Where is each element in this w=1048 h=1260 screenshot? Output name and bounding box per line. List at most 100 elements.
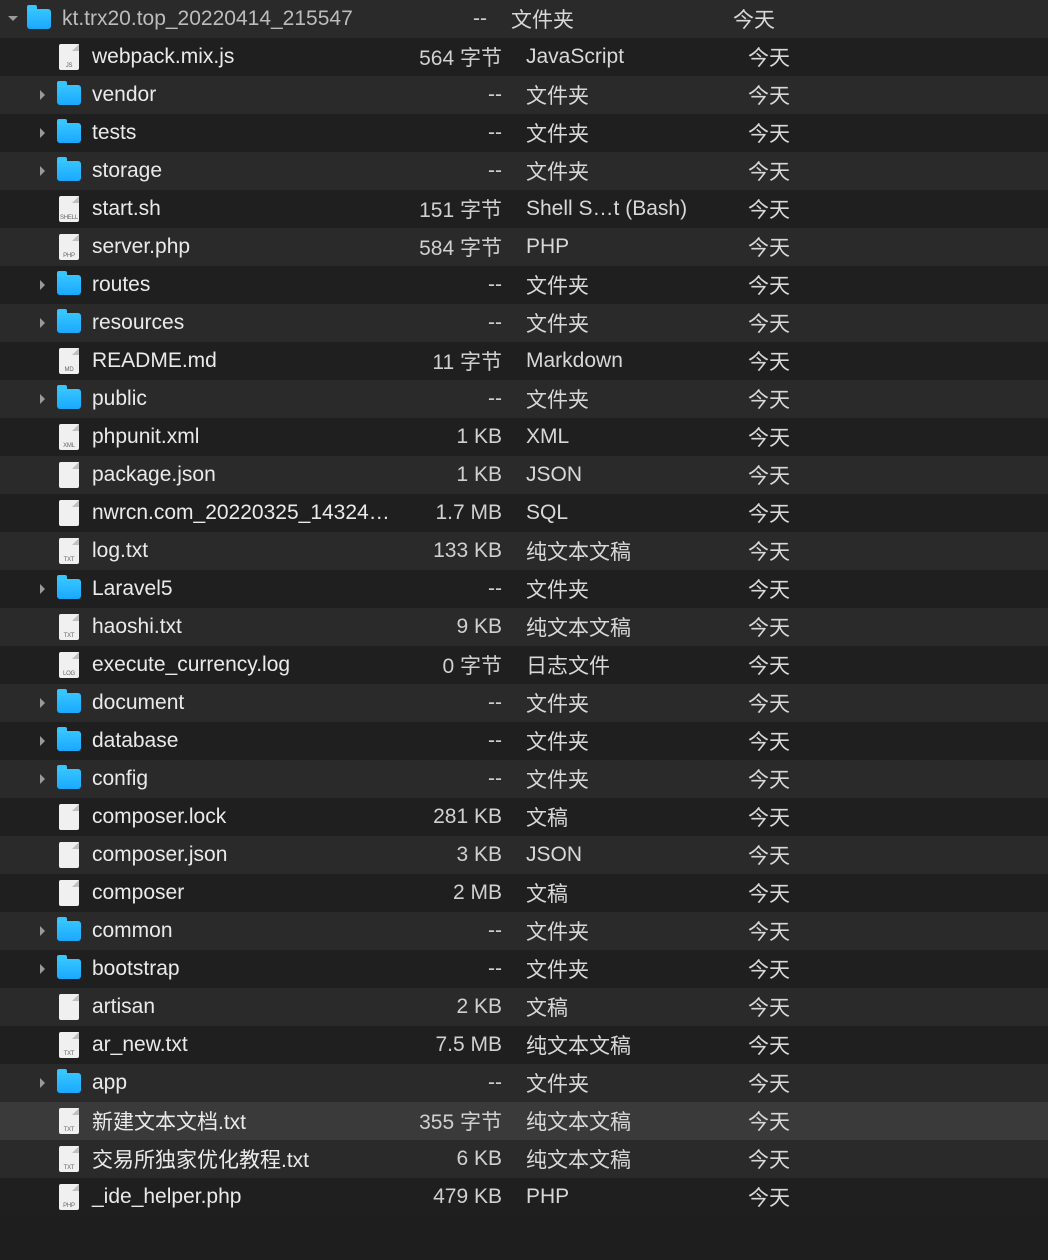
disclosure-triangle[interactable]	[32, 730, 54, 752]
file-row[interactable]: storage--文件夹今天	[0, 152, 1048, 190]
disclosure-triangle[interactable]	[32, 692, 54, 714]
file-kind: 文稿	[512, 992, 742, 1022]
file-row[interactable]: SHELLstart.sh151 字节Shell S…t (Bash)今天	[0, 190, 1048, 228]
file-row[interactable]: TXT新建文本文档.txt355 字节纯文本文稿今天	[0, 1102, 1048, 1140]
disclosure-triangle[interactable]	[2, 8, 24, 30]
file-icon: TXT	[59, 538, 79, 564]
disclosure-triangle[interactable]	[32, 122, 54, 144]
file-size: 479 KB	[392, 1185, 512, 1209]
disclosure-triangle[interactable]	[32, 160, 54, 182]
disclosure-triangle	[32, 236, 54, 258]
file-row[interactable]: vendor--文件夹今天	[0, 76, 1048, 114]
file-icon-wrap: TXT	[56, 1032, 82, 1058]
file-kind: 纯文本文稿	[512, 612, 742, 642]
file-row[interactable]: public--文件夹今天	[0, 380, 1048, 418]
file-name: storage	[86, 159, 392, 183]
disclosure-triangle[interactable]	[32, 578, 54, 600]
disclosure-triangle[interactable]	[32, 274, 54, 296]
file-name: bootstrap	[86, 957, 392, 981]
file-row[interactable]: TXT交易所独家优化教程.txt6 KB纯文本文稿今天	[0, 1140, 1048, 1178]
file-icon-wrap	[56, 994, 82, 1020]
file-row[interactable]: PHP_ide_helper.php479 KBPHP今天	[0, 1178, 1048, 1216]
file-size: 2 KB	[392, 995, 512, 1019]
disclosure-triangle[interactable]	[32, 84, 54, 106]
file-date: 今天	[742, 1144, 1048, 1174]
file-icon-wrap: MD	[56, 348, 82, 374]
file-row[interactable]: routes--文件夹今天	[0, 266, 1048, 304]
file-row[interactable]: package.json1 KBJSON今天	[0, 456, 1048, 494]
file-date: 今天	[742, 840, 1048, 870]
folder-icon	[57, 693, 81, 713]
file-row[interactable]: XMLphpunit.xml1 KBXML今天	[0, 418, 1048, 456]
file-row[interactable]: JSwebpack.mix.js564 字节JavaScript今天	[0, 38, 1048, 76]
file-size: --	[392, 159, 512, 183]
file-size: --	[392, 957, 512, 981]
disclosure-triangle[interactable]	[32, 388, 54, 410]
disclosure-triangle	[32, 46, 54, 68]
file-kind: 文件夹	[512, 1068, 742, 1098]
file-row[interactable]: nwrcn.com_20220325_143240.sql1.7 MBSQL今天	[0, 494, 1048, 532]
file-kind: 文件夹	[512, 308, 742, 338]
disclosure-triangle	[32, 1148, 54, 1170]
file-name: tests	[86, 121, 392, 145]
disclosure-triangle[interactable]	[32, 312, 54, 334]
file-icon-wrap: SHELL	[56, 196, 82, 222]
file-row[interactable]: MDREADME.md11 字节Markdown今天	[0, 342, 1048, 380]
disclosure-triangle	[32, 464, 54, 486]
file-row[interactable]: config--文件夹今天	[0, 760, 1048, 798]
folder-icon	[57, 161, 81, 181]
file-icon: TXT	[59, 1146, 79, 1172]
file-kind: Shell S…t (Bash)	[512, 197, 742, 221]
file-icon: XML	[59, 424, 79, 450]
file-row[interactable]: common--文件夹今天	[0, 912, 1048, 950]
file-kind: 文件夹	[512, 384, 742, 414]
file-row[interactable]: composer.json3 KBJSON今天	[0, 836, 1048, 874]
file-size: --	[392, 691, 512, 715]
file-row[interactable]: tests--文件夹今天	[0, 114, 1048, 152]
file-row[interactable]: app--文件夹今天	[0, 1064, 1048, 1102]
disclosure-triangle	[32, 502, 54, 524]
file-size: 6 KB	[392, 1147, 512, 1171]
file-row[interactable]: PHPserver.php584 字节PHP今天	[0, 228, 1048, 266]
file-kind: 文件夹	[512, 688, 742, 718]
file-kind: SQL	[512, 501, 742, 525]
file-row[interactable]: TXTar_new.txt7.5 MB纯文本文稿今天	[0, 1026, 1048, 1064]
folder-icon-wrap	[56, 1070, 82, 1096]
file-name: 新建文本文档.txt	[86, 1106, 392, 1136]
file-row[interactable]: TXThaoshi.txt9 KB纯文本文稿今天	[0, 608, 1048, 646]
file-row[interactable]: database--文件夹今天	[0, 722, 1048, 760]
file-name: server.php	[86, 235, 392, 259]
file-date: 今天	[742, 308, 1048, 338]
disclosure-triangle[interactable]	[32, 768, 54, 790]
file-row[interactable]: composer.lock281 KB文稿今天	[0, 798, 1048, 836]
file-name: routes	[86, 273, 392, 297]
file-date: 今天	[742, 270, 1048, 300]
file-row[interactable]: resources--文件夹今天	[0, 304, 1048, 342]
file-row[interactable]: composer2 MB文稿今天	[0, 874, 1048, 912]
parent-folder-row[interactable]: kt.trx20.top_20220414_215547--文件夹今天	[0, 0, 1048, 38]
file-kind: JSON	[512, 843, 742, 867]
folder-icon	[57, 389, 81, 409]
disclosure-triangle	[32, 654, 54, 676]
file-row[interactable]: LOGexecute_currency.log0 字节日志文件今天	[0, 646, 1048, 684]
file-row[interactable]: TXTlog.txt133 KB纯文本文稿今天	[0, 532, 1048, 570]
file-size: 3 KB	[392, 843, 512, 867]
file-row[interactable]: document--文件夹今天	[0, 684, 1048, 722]
file-size: 11 字节	[392, 346, 512, 376]
file-row[interactable]: artisan2 KB文稿今天	[0, 988, 1048, 1026]
disclosure-triangle[interactable]	[32, 1072, 54, 1094]
disclosure-triangle[interactable]	[32, 958, 54, 980]
disclosure-triangle	[32, 426, 54, 448]
file-date: 今天	[742, 726, 1048, 756]
folder-icon	[57, 769, 81, 789]
file-name: README.md	[86, 349, 392, 373]
file-kind: JSON	[512, 463, 742, 487]
file-name: vendor	[86, 83, 392, 107]
file-kind: 纯文本文稿	[512, 536, 742, 566]
file-row[interactable]: bootstrap--文件夹今天	[0, 950, 1048, 988]
folder-icon	[57, 85, 81, 105]
disclosure-triangle	[32, 806, 54, 828]
disclosure-triangle[interactable]	[32, 920, 54, 942]
file-row[interactable]: Laravel5--文件夹今天	[0, 570, 1048, 608]
file-size: --	[392, 1071, 512, 1095]
